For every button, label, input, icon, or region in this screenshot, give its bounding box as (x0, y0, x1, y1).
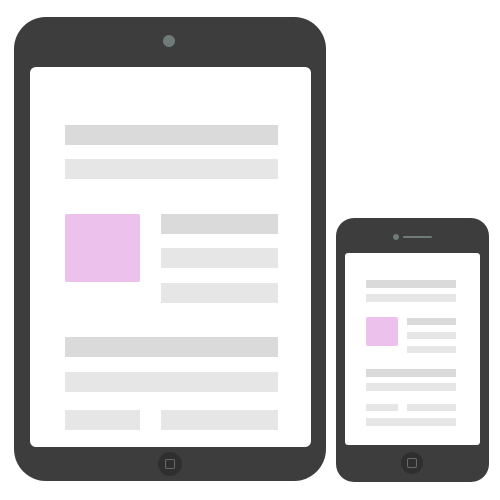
headline-placeholder (366, 280, 456, 288)
headline-placeholder (65, 337, 278, 357)
text-placeholder (366, 418, 456, 426)
text-placeholder (366, 294, 456, 302)
text-placeholder (407, 404, 456, 411)
home-button-icon[interactable] (158, 452, 182, 476)
text-placeholder (407, 318, 456, 325)
text-placeholder (65, 410, 140, 430)
camera-icon (393, 234, 399, 240)
text-placeholder (161, 214, 278, 234)
text-placeholder (161, 248, 278, 268)
home-square-icon (407, 458, 417, 468)
text-placeholder (65, 372, 278, 392)
home-square-icon (165, 459, 175, 469)
text-placeholder (366, 383, 456, 391)
text-placeholder (407, 332, 456, 339)
headline-placeholder (366, 369, 456, 377)
camera-icon (163, 35, 175, 47)
text-placeholder (161, 410, 278, 430)
text-placeholder (407, 346, 456, 353)
home-button-icon[interactable] (401, 452, 423, 474)
image-placeholder (366, 317, 398, 346)
speaker-icon (403, 236, 432, 238)
headline-placeholder (65, 125, 278, 145)
text-placeholder (161, 283, 278, 303)
text-placeholder (366, 404, 398, 411)
image-placeholder (65, 214, 140, 282)
text-placeholder (65, 159, 278, 179)
